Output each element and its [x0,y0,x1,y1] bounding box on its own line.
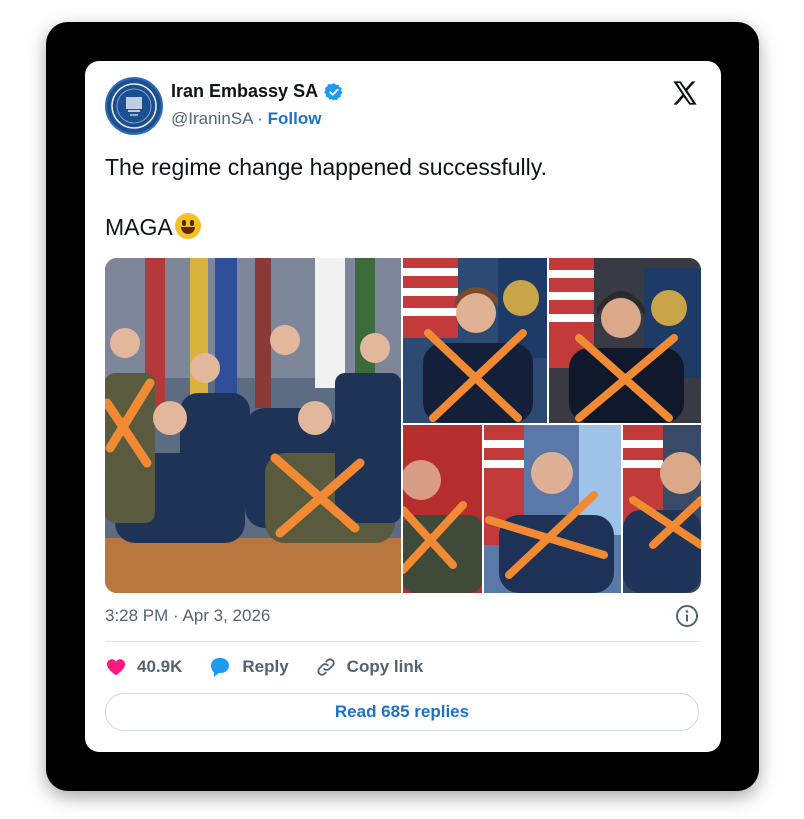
handle[interactable]: @IraninSA [171,109,253,128]
grinning-face-icon [174,213,201,239]
copy-link-label: Copy link [346,657,424,676]
tweet-text-maga: MAGA [105,214,173,240]
like-button[interactable]: 40.9K [105,656,182,678]
link-icon [317,658,335,676]
verified-badge-icon [324,82,343,101]
timestamp[interactable]: 3:28 PM · Apr 3, 2026 [105,606,270,626]
tweet-text-line2: MAGA [105,213,201,241]
account-name-row: Iran Embassy SA [171,81,344,102]
action-bar: 40.9K Reply Copy link [105,653,449,681]
tweet-text-line1: The regime change happened successfully. [105,154,547,180]
copy-link-button[interactable]: Copy link [315,656,424,678]
x-logo-icon[interactable] [671,79,699,107]
media-image-3[interactable] [549,258,701,423]
display-name[interactable]: Iran Embassy SA [171,81,318,102]
media-image-5[interactable] [484,425,621,593]
tweet-card: Iran Embassy SA @IraninSA · Follow The r… [85,61,721,752]
avatar[interactable] [105,77,163,135]
info-icon[interactable] [675,604,699,628]
media-image-2[interactable] [403,258,547,423]
reply-icon [211,658,230,677]
read-replies-button[interactable]: Read 685 replies [105,693,699,731]
follow-link[interactable]: Follow [268,109,322,128]
media-grid[interactable] [105,258,701,593]
media-image-group[interactable] [105,258,401,593]
media-image-6[interactable] [623,425,701,593]
media-image-4[interactable] [403,425,482,593]
separator: · [252,109,268,128]
reply-button[interactable]: Reply [208,656,289,678]
like-count: 40.9K [137,657,183,676]
divider [105,641,701,642]
reply-label: Reply [242,657,289,676]
heart-icon [106,659,126,676]
handle-row: @IraninSA · Follow [171,109,321,129]
